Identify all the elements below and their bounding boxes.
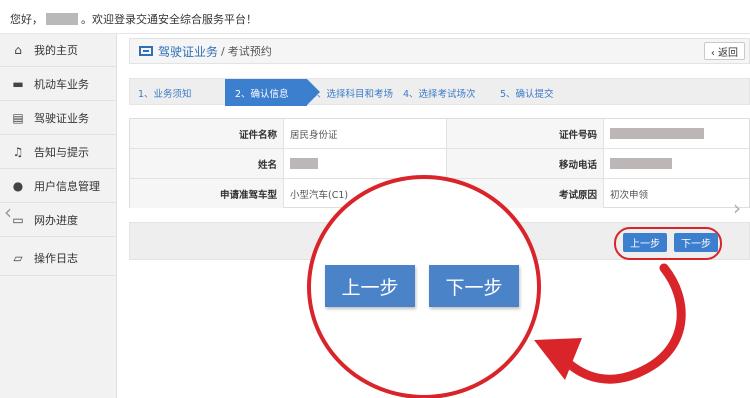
curved-red-arrow-icon	[534, 263, 686, 384]
